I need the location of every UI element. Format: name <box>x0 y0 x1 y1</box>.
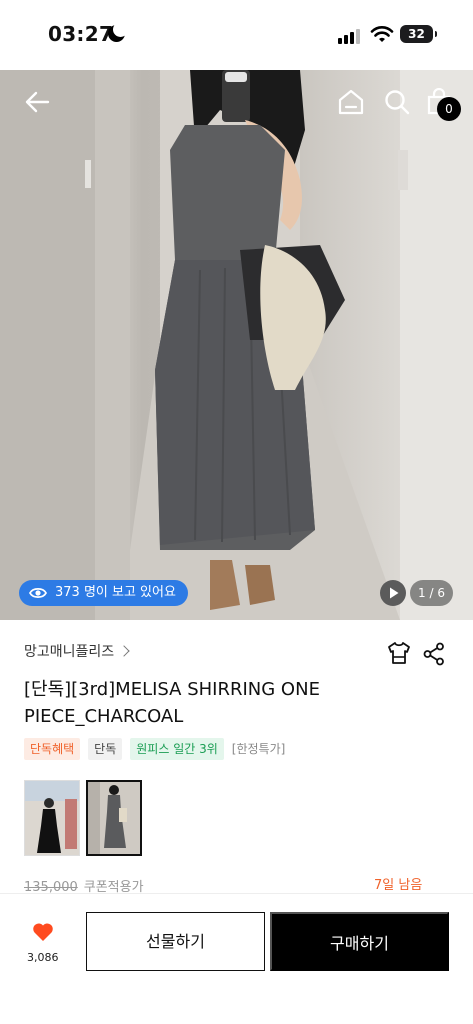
status-time: 03:27 <box>48 22 114 46</box>
home-icon[interactable] <box>337 88 365 116</box>
product-photo <box>0 70 473 620</box>
play-icon <box>390 587 399 599</box>
cellular-signal-icon <box>338 28 364 44</box>
battery-indicator: 32 <box>400 25 437 43</box>
tag-exclusive-benefit: 단독혜택 <box>24 738 81 760</box>
share-icon[interactable] <box>423 642 445 666</box>
tag-limited-sale: [한정특가] <box>231 742 286 756</box>
thumbnail-charcoal[interactable] <box>86 780 142 856</box>
like-count: 3,086 <box>27 951 59 964</box>
thumbnail-black[interactable] <box>24 780 80 856</box>
chevron-right-icon <box>118 645 130 657</box>
brand-name: 망고매니플리즈 <box>24 644 115 660</box>
play-video-button[interactable] <box>380 580 406 606</box>
moon-icon <box>108 22 128 42</box>
search-icon[interactable] <box>383 88 411 116</box>
bottom-action-bar: 3,086 선물하기 구매하기 <box>0 893 473 1024</box>
product-image-carousel[interactable] <box>0 70 473 620</box>
product-title: [단독][3rd]MELISA SHIRRING ONE PIECE_CHARC… <box>24 679 320 727</box>
buy-button[interactable]: 구매하기 <box>270 912 449 971</box>
live-viewers-text: 373 명이 보고 있어요 <box>55 585 176 600</box>
product-tags: 단독혜택 단독 원피스 일간 3위 [한정특가] <box>24 738 285 760</box>
status-bar: 03:27 32 <box>0 0 473 70</box>
heart-icon[interactable] <box>32 922 54 942</box>
cart-count-badge[interactable]: 0 <box>437 97 461 121</box>
tag-daily-rank: 원피스 일간 3위 <box>130 738 224 760</box>
thumbnail-black-image <box>25 781 79 855</box>
gift-button[interactable]: 선물하기 <box>86 912 265 971</box>
back-arrow-icon[interactable] <box>23 88 51 116</box>
days-left-text: 7일 남음 <box>374 878 423 893</box>
eye-icon <box>29 587 47 599</box>
tag-exclusive: 단독 <box>88 738 123 760</box>
closet-shirt-icon[interactable] <box>386 640 412 666</box>
color-thumbnails <box>24 780 142 856</box>
thumbnail-charcoal-image <box>88 782 140 854</box>
brand-link[interactable]: 망고매니플리즈 <box>24 641 130 661</box>
wifi-icon <box>370 26 394 42</box>
image-page-indicator: 1 / 6 <box>410 580 453 606</box>
live-viewers-badge: 373 명이 보고 있어요 <box>19 580 188 606</box>
